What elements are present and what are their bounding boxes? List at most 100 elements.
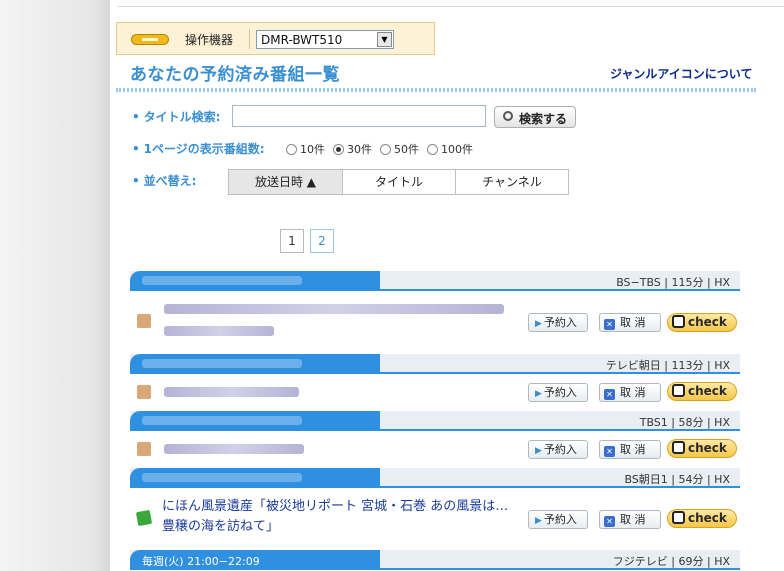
divider xyxy=(249,29,250,49)
reserve-button[interactable]: ▶ 予約入 xyxy=(528,510,588,529)
program-meta: テレビ朝日 | 113分 | HX xyxy=(605,359,730,372)
sort-tab-airtime[interactable]: 放送日時 ▲ xyxy=(229,170,342,194)
reserve-label: 予約入 xyxy=(543,386,577,399)
check-button[interactable]: check xyxy=(667,313,737,332)
blurred-title xyxy=(164,387,299,397)
search-label-text: タイトル検索: xyxy=(143,110,221,124)
close-icon: ✕ xyxy=(604,516,615,527)
check-button[interactable]: check xyxy=(667,439,737,458)
device-select-value: DMR-BWT510 xyxy=(261,33,343,47)
radio-button[interactable] xyxy=(286,143,297,155)
per-page-radio-group: 10件 30件 50件 100件 xyxy=(286,141,473,157)
check-face-icon xyxy=(672,511,685,524)
cancel-label: 取 消 xyxy=(620,443,646,456)
page-1-current: 1 xyxy=(280,229,304,253)
program-meta: フジテレビ | 69分 | HX xyxy=(612,555,730,568)
program-row: にほん風景遺産「被災地リポート 宮城・石巻 あの風景は…豊穣の海を訪ねて」 ▶ 予… xyxy=(130,489,740,547)
program-date-band xyxy=(130,354,380,374)
sort-tab-channel[interactable]: チャンネル xyxy=(455,170,568,194)
recorder-icon xyxy=(131,34,169,45)
radio-button[interactable] xyxy=(427,143,438,155)
program-meta: TBS1 | 58分 | HX xyxy=(639,416,730,429)
left-page-shadow xyxy=(0,0,110,571)
person-icon xyxy=(137,385,151,399)
per-page-option-30[interactable]: 30件 xyxy=(333,141,372,157)
close-icon: ✕ xyxy=(604,446,615,457)
bullet-icon: • xyxy=(132,110,140,124)
reserve-button[interactable]: ▶ 予約入 xyxy=(528,313,588,332)
program-date-band: 毎週(火) 21:00−22:09 xyxy=(130,550,380,570)
sort-label: • 並べ替え: xyxy=(132,172,196,189)
program-header: 毎週(火) 21:00−22:09 フジテレビ | 69分 | HX xyxy=(130,550,740,570)
program-date-band xyxy=(130,468,380,488)
blurred-date xyxy=(142,473,302,482)
reserve-button[interactable]: ▶ 予約入 xyxy=(528,440,588,459)
program-row: ▶ 予約入 ✕ 取 消 check xyxy=(130,375,740,409)
close-icon: ✕ xyxy=(604,389,615,400)
search-button[interactable]: 検索する xyxy=(494,106,576,128)
reserve-label: 予約入 xyxy=(543,443,577,456)
check-button[interactable]: check xyxy=(667,382,737,401)
sort-tab-title[interactable]: タイトル xyxy=(342,170,455,194)
blurred-date xyxy=(142,359,302,368)
check-face-icon xyxy=(672,384,685,397)
book-icon xyxy=(135,509,153,527)
program-date-band xyxy=(130,411,380,431)
per-page-label-text: 1ページの表示番組数: xyxy=(143,142,265,156)
per-page-label: • 1ページの表示番組数: xyxy=(132,140,265,157)
per-page-option-50[interactable]: 50件 xyxy=(380,141,419,157)
page-2-link[interactable]: 2 xyxy=(310,229,334,253)
reserve-label: 予約入 xyxy=(543,316,577,329)
radio-label: 100件 xyxy=(441,143,473,156)
check-button[interactable]: check xyxy=(667,509,737,528)
cancel-button[interactable]: ✕ 取 消 xyxy=(599,510,661,529)
pagination: 1 2 xyxy=(280,229,334,253)
page-title: あなたの予約済み番組一覧 xyxy=(130,65,340,85)
chevron-down-icon[interactable]: ▼ xyxy=(377,32,392,47)
check-label: check xyxy=(688,511,727,525)
device-label: 操作機器 xyxy=(185,33,234,47)
radio-label: 50件 xyxy=(394,143,419,156)
search-label: • タイトル検索: xyxy=(132,108,220,125)
cancel-label: 取 消 xyxy=(620,513,646,526)
close-icon: ✕ xyxy=(604,319,615,330)
arrow-right-icon: ▶ xyxy=(535,389,542,399)
program-header: BS−TBS | 115分 | HX xyxy=(130,271,740,291)
program-header: TBS1 | 58分 | HX xyxy=(130,411,740,431)
search-button-label: 検索する xyxy=(519,112,568,126)
arrow-right-icon: ▶ xyxy=(535,446,542,456)
cancel-button[interactable]: ✕ 取 消 xyxy=(599,440,661,459)
radio-button-selected[interactable] xyxy=(333,143,344,155)
person-icon xyxy=(137,442,151,456)
cancel-label: 取 消 xyxy=(620,386,646,399)
search-input[interactable] xyxy=(232,105,486,127)
program-meta: BS−TBS | 115分 | HX xyxy=(616,276,730,289)
program-schedule: 毎週(火) 21:00−22:09 xyxy=(142,555,260,568)
cancel-button[interactable]: ✕ 取 消 xyxy=(599,383,661,402)
radio-button[interactable] xyxy=(380,143,391,155)
blurred-title xyxy=(164,326,274,336)
genre-icon-info-link[interactable]: ジャンルアイコンについて xyxy=(610,65,752,82)
arrow-right-icon: ▶ xyxy=(535,516,542,526)
device-select[interactable]: DMR-BWT510 ▼ xyxy=(256,30,394,49)
program-date-band xyxy=(130,271,380,291)
per-page-option-10[interactable]: 10件 xyxy=(286,141,325,157)
program-meta: BS朝日1 | 54分 | HX xyxy=(624,473,730,486)
bullet-icon: • xyxy=(132,174,140,188)
reserve-button[interactable]: ▶ 予約入 xyxy=(528,383,588,402)
program-header: テレビ朝日 | 113分 | HX xyxy=(130,354,740,374)
check-label: check xyxy=(688,384,727,398)
check-label: check xyxy=(688,441,727,455)
blurred-date xyxy=(142,276,302,285)
bullet-icon: • xyxy=(132,142,140,156)
radio-label: 30件 xyxy=(347,143,372,156)
top-divider xyxy=(118,6,784,7)
arrow-right-icon: ▶ xyxy=(535,319,542,329)
per-page-option-100[interactable]: 100件 xyxy=(427,141,473,157)
cancel-button[interactable]: ✕ 取 消 xyxy=(599,313,661,332)
check-face-icon xyxy=(672,441,685,454)
blurred-title xyxy=(164,444,304,454)
program-title-link[interactable]: にほん風景遺産「被災地リポート 宮城・石巻 あの風景は…豊穣の海を訪ねて」 xyxy=(162,497,512,537)
check-label: check xyxy=(688,315,727,329)
blurred-title xyxy=(164,304,504,314)
